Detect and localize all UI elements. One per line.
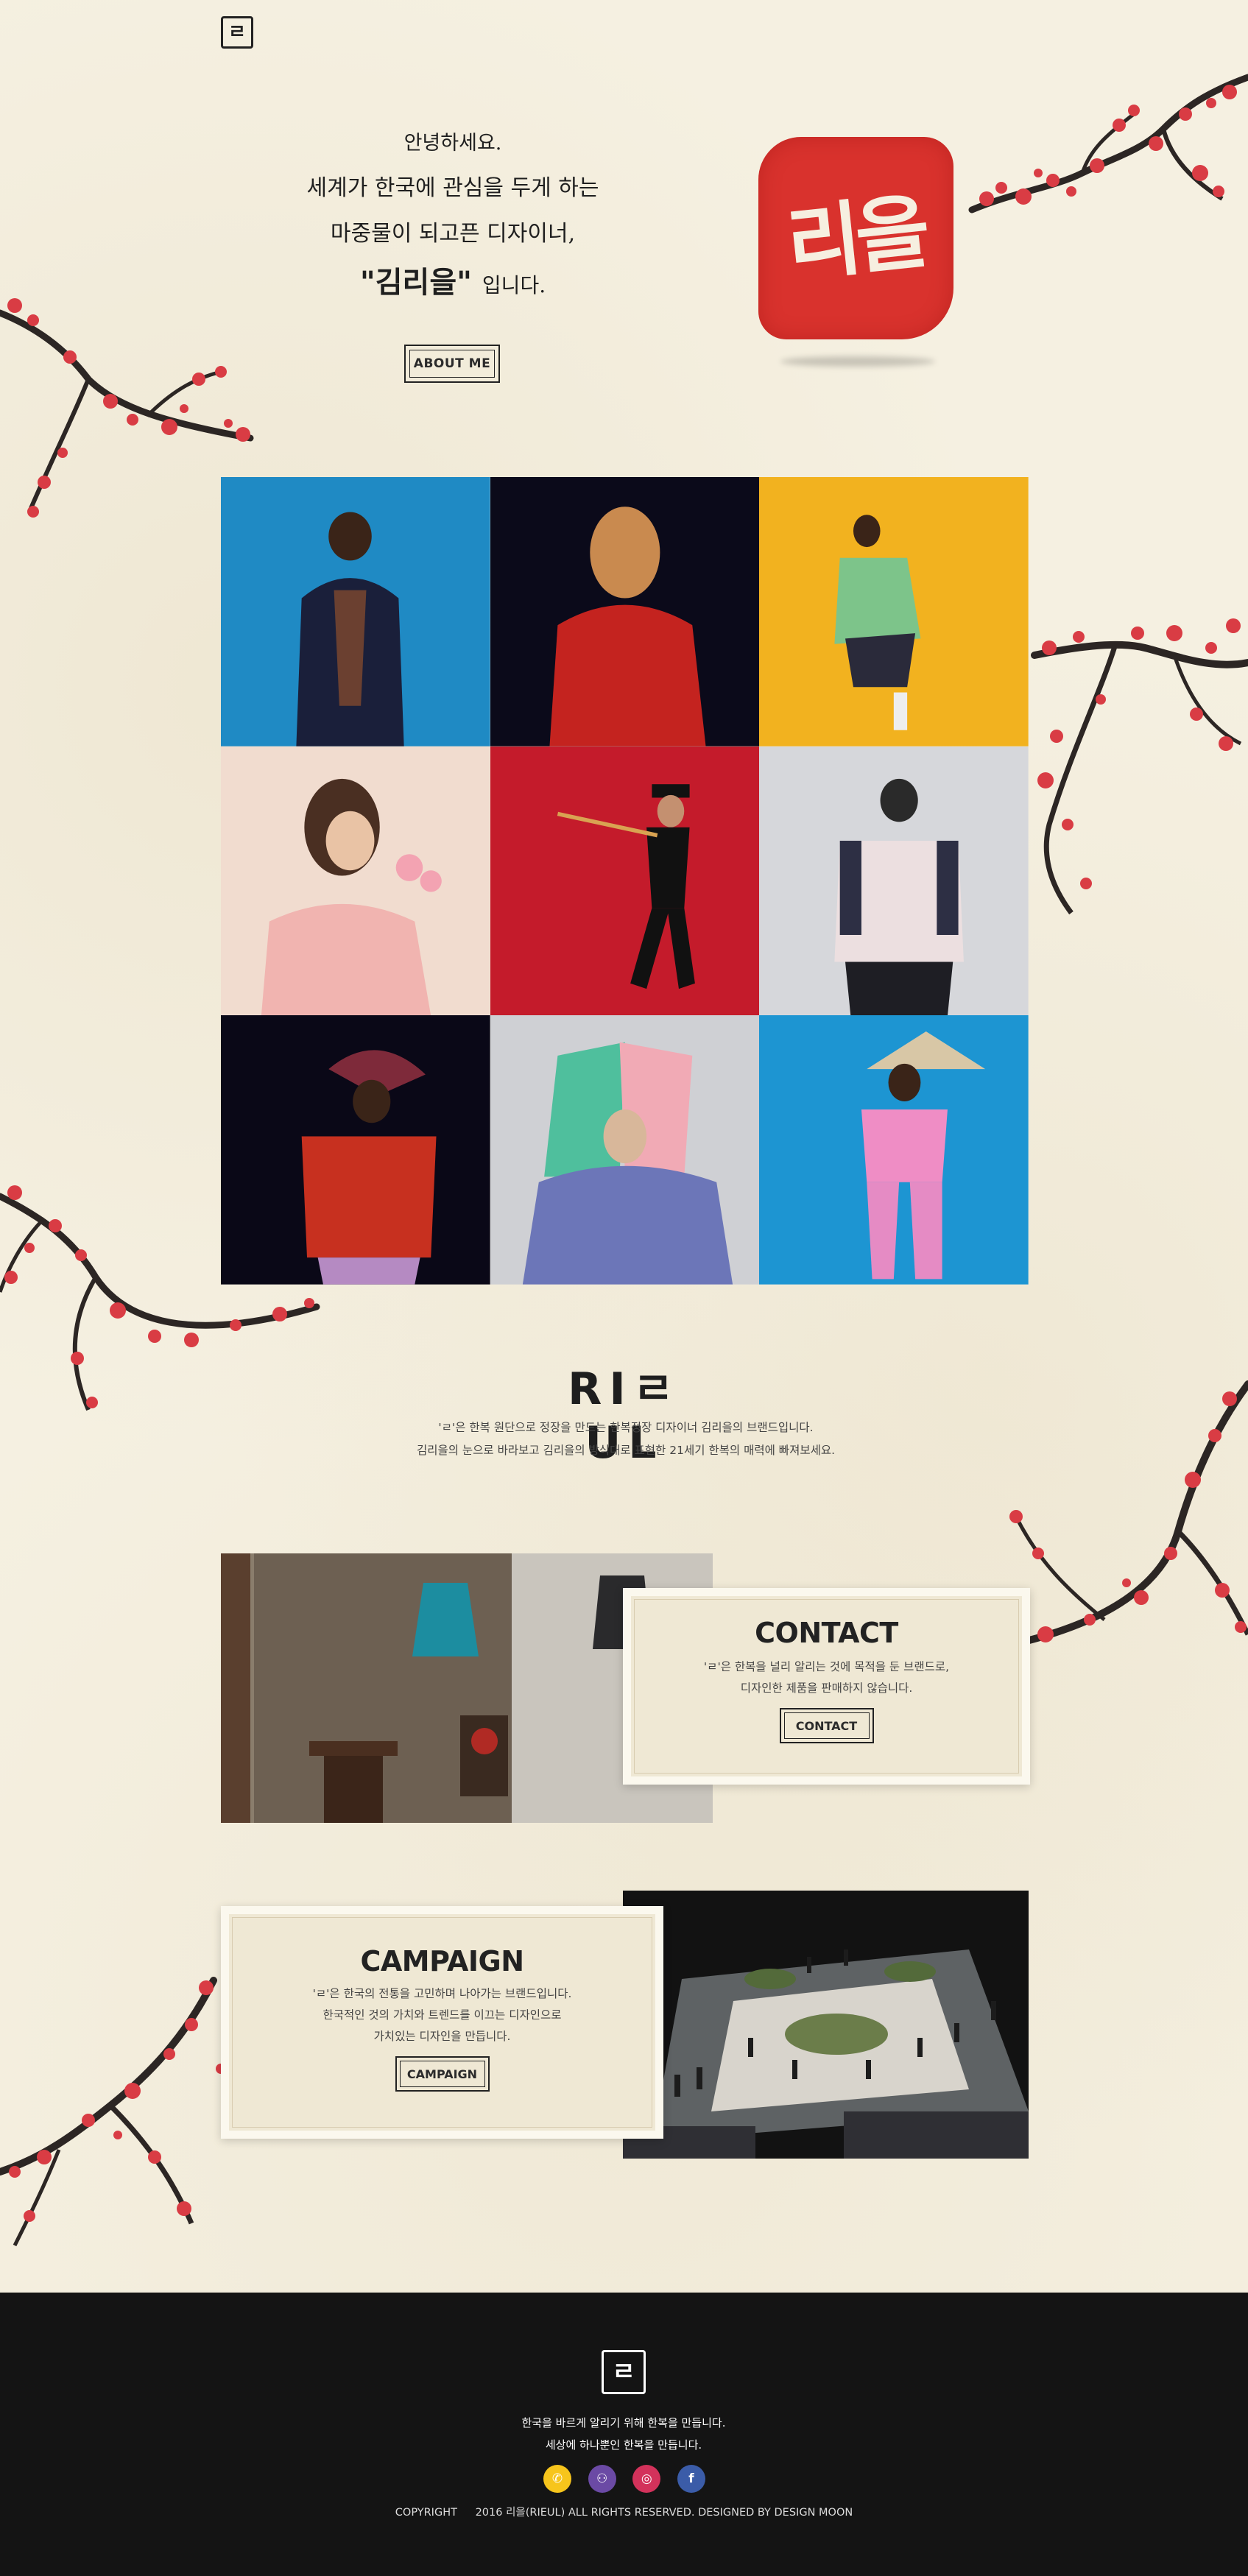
contact-line-1: 'ㄹ'은 한복을 널리 알리는 것에 목적을 둔 브랜드로, — [703, 1660, 950, 1673]
about-me-button[interactable]: ABOUT ME — [404, 345, 500, 383]
contact-line-2: 디자인한 제품을 판매하지 않습니다. — [740, 1682, 913, 1695]
brand-description: 'ㄹ'은 한복 원단으로 정장을 만드는 한복정장 디자이너 김리을의 브랜드입… — [295, 1416, 957, 1462]
site-logo[interactable]: ㄹ — [221, 16, 253, 49]
greeting-suffix: 입니다. — [482, 273, 546, 297]
footer-tagline: 한국을 바르게 알리기 위해 한복을 만듭니다. 세상에 하나뿐인 한복을 만듭… — [403, 2412, 845, 2456]
campaign-line-3: 가치있는 디자인을 만듭니다. — [373, 2030, 511, 2043]
gallery-photo-3[interactable] — [759, 477, 1029, 747]
seal-shadow — [780, 356, 935, 367]
contact-button[interactable]: CONTACT — [779, 1708, 874, 1743]
brand-desc-line-1: 'ㄹ'은 한복 원단으로 정장을 만드는 한복정장 디자이너 김리을의 브랜드입… — [438, 1421, 814, 1434]
contact-button-label: CONTACT — [795, 1718, 858, 1733]
community-icon[interactable]: ⚇ — [588, 2465, 616, 2493]
gallery-photo-1[interactable] — [221, 477, 490, 747]
campaign-card: CAMPAIGN 'ㄹ'은 한국의 전통을 고민하며 나아가는 브랜드입니다. … — [221, 1906, 663, 2139]
gallery-photo-7[interactable] — [221, 1015, 490, 1285]
footer-line-2: 세상에 하나뿐인 한복을 만듭니다. — [545, 2438, 702, 2452]
campaign-title: CAMPAIGN — [360, 1945, 524, 1977]
blossom-branch-top-right — [968, 74, 1248, 214]
campaign-button[interactable]: CAMPAIGN — [395, 2056, 490, 2092]
blossom-branch-mid-right — [1031, 618, 1248, 915]
footer-line-1: 한국을 바르게 알리기 위해 한복을 만듭니다. — [521, 2416, 726, 2429]
about-me-label: ABOUT ME — [413, 356, 491, 371]
gallery-photo-5[interactable] — [490, 746, 760, 1016]
contact-card: CONTACT 'ㄹ'은 한복을 널리 알리는 것에 목적을 둔 브랜드로, 디… — [623, 1588, 1030, 1785]
footer-logo-glyph: ㄹ — [612, 2357, 635, 2387]
photo-gallery — [221, 477, 1029, 1285]
facebook-icon[interactable]: f — [677, 2465, 705, 2493]
rieul-seal-logo: 리을 — [758, 137, 953, 339]
gallery-photo-9[interactable] — [759, 1015, 1029, 1285]
gallery-photo-2[interactable] — [490, 477, 760, 747]
copyright-notice: COPYRIGHT 2016 리을(RIEUL) ALL RIGHTS RESE… — [295, 2504, 953, 2519]
gallery-photo-6[interactable] — [759, 746, 1029, 1016]
greeting-line-4: "김리을" 입니다. — [243, 257, 663, 311]
campaign-line-2: 한국적인 것의 가치와 트렌드를 이끄는 디자인으로 — [322, 2008, 562, 2022]
rieul-wordmark: RIㄹUL — [529, 1353, 720, 1469]
greeting-line-3: 마중물이 되고픈 디자이너, — [330, 221, 576, 247]
footer-logo[interactable]: ㄹ — [602, 2350, 646, 2394]
logo-glyph: ㄹ — [228, 21, 246, 43]
brand-desc-line-2: 김리을의 눈으로 바라보고 김리을의 방식대로 표현한 21세기 한복의 매력에… — [416, 1444, 836, 1457]
campaign-line-1: 'ㄹ'은 한국의 전통을 고민하며 나아가는 브랜드입니다. — [312, 1987, 572, 2000]
seal-text: 리을 — [783, 183, 929, 292]
copyright-label: COPYRIGHT — [395, 2507, 457, 2519]
instagram-icon[interactable]: ◎ — [632, 2465, 661, 2493]
kakaotalk-icon[interactable]: ✆ — [543, 2465, 571, 2493]
designer-name: "김리을" — [359, 265, 472, 300]
gallery-photo-8[interactable] — [490, 1015, 760, 1285]
copyright-text: 2016 리을(RIEUL) ALL RIGHTS RESERVED. DESI… — [475, 2507, 853, 2519]
contact-title: CONTACT — [755, 1617, 898, 1649]
greeting-line-2: 세계가 한국에 관심을 두게 하는 — [306, 175, 599, 201]
greeting-text: 안녕하세요. 세계가 한국에 관심을 두게 하는 마중물이 되고픈 디자이너, … — [243, 121, 663, 311]
campaign-photo — [623, 1891, 1029, 2159]
greeting-line-1: 안녕하세요. — [403, 132, 502, 155]
campaign-button-label: CAMPAIGN — [406, 2067, 478, 2081]
social-links: ✆ ⚇ ◎ f — [543, 2465, 705, 2494]
gallery-photo-4[interactable] — [221, 746, 490, 1016]
